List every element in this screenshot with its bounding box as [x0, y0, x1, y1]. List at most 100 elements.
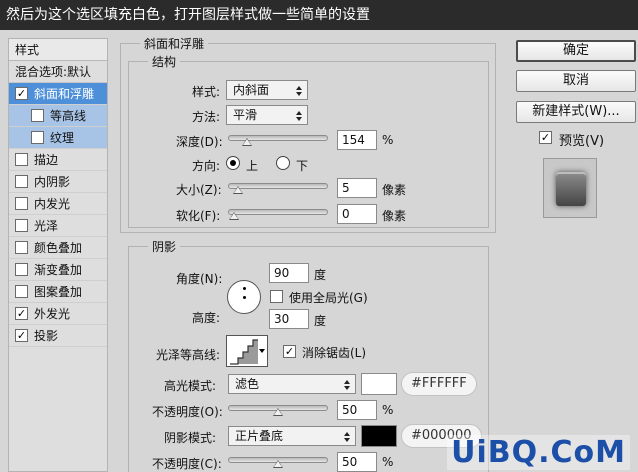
select-arrows-icon — [344, 380, 351, 390]
style-item-label: 光泽 — [34, 218, 59, 233]
style-item[interactable]: 颜色叠加 — [9, 237, 107, 259]
style-item[interactable]: 内阴影 — [9, 171, 107, 193]
highlight-color-swatch[interactable] — [361, 373, 397, 395]
altitude-input[interactable]: 30 — [269, 309, 309, 329]
style-item-checkbox[interactable] — [15, 263, 28, 276]
highlight-opacity-input[interactable]: 50 — [337, 400, 377, 420]
style-select[interactable]: 内斜面 — [226, 80, 308, 100]
technique-label: 方法: — [192, 110, 221, 124]
highlight-mode-value: 滤色 — [235, 377, 260, 391]
preview-checkbox[interactable] — [539, 131, 552, 144]
style-item-label: 纹理 — [50, 130, 75, 145]
depth-label: 深度(D): — [176, 135, 223, 149]
style-item-checkbox[interactable] — [15, 307, 28, 320]
style-item[interactable]: 内发光 — [9, 193, 107, 215]
soften-unit: 像素 — [382, 209, 407, 223]
style-item-checkbox[interactable] — [15, 87, 28, 100]
style-item[interactable]: 纹理 — [9, 127, 107, 149]
technique-select-value: 平滑 — [233, 108, 258, 122]
angle-dial[interactable] — [227, 280, 261, 314]
ok-button[interactable]: 确定 — [516, 40, 636, 62]
style-item-label: 外发光 — [34, 306, 71, 321]
size-unit: 像素 — [382, 183, 407, 197]
blend-options-item[interactable]: 混合选项:默认 — [9, 61, 107, 83]
altitude-unit: 度 — [314, 314, 327, 328]
size-input[interactable]: 5 — [337, 178, 377, 198]
style-item-checkbox[interactable] — [31, 131, 44, 144]
gloss-contour-picker[interactable] — [226, 335, 268, 367]
shadow-opacity-thumb[interactable] — [273, 460, 283, 468]
style-item[interactable]: 等高线 — [9, 105, 107, 127]
size-slider-thumb[interactable] — [233, 186, 244, 194]
style-item-checkbox[interactable] — [15, 329, 28, 342]
size-label: 大小(Z): — [176, 183, 222, 197]
altitude-label: 高度: — [192, 311, 221, 325]
angle-dial-marker-dot — [243, 287, 246, 290]
size-slider[interactable] — [228, 183, 328, 194]
style-item[interactable]: 图案叠加 — [9, 281, 107, 303]
cancel-button[interactable]: 取消 — [516, 70, 636, 92]
direction-up-label: 上 — [246, 159, 259, 173]
style-item-checkbox[interactable] — [15, 219, 28, 232]
contour-dropdown-arrow-icon — [259, 349, 265, 353]
shadow-mode-label: 阴影模式: — [164, 431, 217, 445]
technique-select[interactable]: 平滑 — [226, 105, 308, 125]
style-item-checkbox[interactable] — [15, 153, 28, 166]
caption-bar: 然后为这个选区填充白色，打开图层样式做一些简单的设置 — [0, 0, 638, 30]
style-item-checkbox[interactable] — [15, 241, 28, 254]
angle-input[interactable]: 90 — [269, 263, 309, 283]
select-arrows-icon — [344, 432, 351, 442]
styles-list: 样式 混合选项:默认 斜面和浮雕等高线纹理描边内阴影内发光光泽颜色叠加渐变叠加图… — [8, 38, 108, 472]
highlight-hex-value: #FFFFFF — [401, 372, 477, 396]
style-item[interactable]: 投影 — [9, 325, 107, 347]
anti-alias-label: 消除锯齿(L) — [302, 346, 367, 360]
style-item[interactable]: 光泽 — [9, 215, 107, 237]
global-light-checkbox[interactable] — [270, 290, 283, 303]
soften-slider-thumb[interactable] — [229, 212, 239, 220]
angle-dial-center-dot — [243, 296, 246, 299]
highlight-mode-select[interactable]: 滤色 — [228, 374, 356, 394]
style-select-value: 内斜面 — [233, 83, 270, 97]
highlight-opacity-slider[interactable] — [228, 405, 328, 416]
global-light-label: 使用全局光(G) — [289, 291, 368, 305]
structure-title: 结构 — [148, 53, 181, 70]
style-item-label: 内发光 — [34, 196, 71, 211]
style-item[interactable]: 渐变叠加 — [9, 259, 107, 281]
style-item-label: 内阴影 — [34, 174, 71, 189]
shadow-mode-value: 正片叠底 — [235, 429, 284, 443]
soften-label: 软化(F): — [176, 209, 221, 223]
style-item[interactable]: 描边 — [9, 149, 107, 171]
anti-alias-checkbox[interactable] — [283, 345, 296, 358]
shadow-color-swatch[interactable] — [361, 425, 397, 447]
style-item-label: 颜色叠加 — [34, 240, 83, 255]
style-item-label: 描边 — [34, 152, 59, 167]
preview-label: 预览(V) — [559, 134, 605, 149]
highlight-opacity-label: 不透明度(O): — [152, 405, 223, 419]
shadow-mode-select[interactable]: 正片叠底 — [228, 426, 356, 446]
depth-slider[interactable] — [228, 135, 328, 146]
soften-input[interactable]: 0 — [337, 204, 377, 224]
preview-swatch-tile — [556, 172, 586, 206]
direction-up-radio[interactable] — [226, 156, 240, 170]
style-item-checkbox[interactable] — [31, 109, 44, 122]
shadow-opacity-unit: % — [382, 455, 394, 469]
depth-slider-thumb[interactable] — [242, 138, 253, 146]
site-watermark: UiBQ.CoM — [447, 435, 630, 470]
style-item-checkbox[interactable] — [15, 175, 28, 188]
new-style-button[interactable]: 新建样式(W)... — [516, 101, 636, 123]
shading-title: 阴影 — [148, 238, 181, 255]
angle-label: 角度(N): — [176, 272, 223, 286]
soften-slider[interactable] — [228, 209, 328, 220]
shadow-opacity-slider[interactable] — [228, 457, 328, 468]
shadow-opacity-input[interactable]: 50 — [337, 452, 377, 472]
gloss-contour-label: 光泽等高线: — [156, 348, 221, 362]
style-item-checkbox[interactable] — [15, 197, 28, 210]
highlight-mode-label: 高光模式: — [164, 379, 217, 393]
style-item-checkbox[interactable] — [15, 285, 28, 298]
style-item[interactable]: 斜面和浮雕 — [9, 83, 107, 105]
highlight-opacity-thumb[interactable] — [273, 408, 283, 416]
depth-input[interactable]: 154 — [337, 130, 377, 150]
style-item[interactable]: 外发光 — [9, 303, 107, 325]
direction-down-radio[interactable] — [276, 156, 290, 170]
style-item-label: 等高线 — [50, 108, 87, 123]
